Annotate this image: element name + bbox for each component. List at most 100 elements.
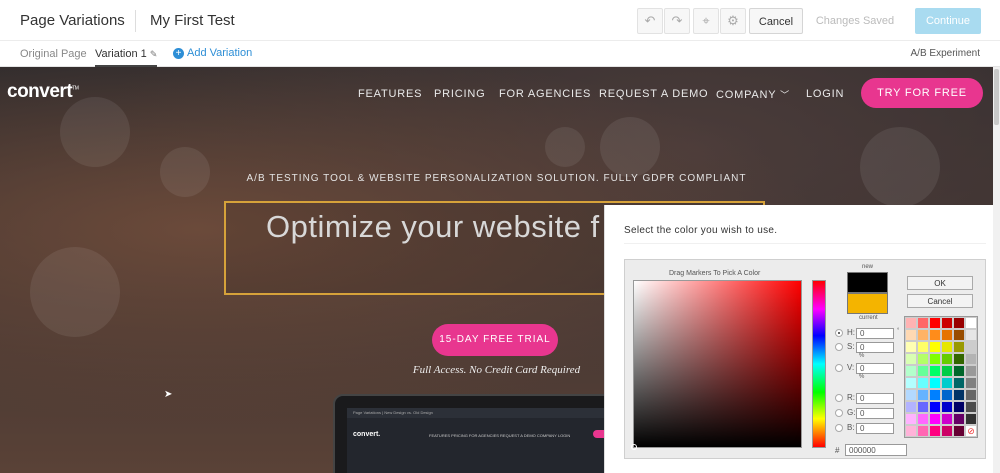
palette-swatch[interactable] <box>929 317 941 329</box>
nav-features[interactable]: FEATURES <box>358 88 422 100</box>
palette-swatch[interactable] <box>929 401 941 413</box>
palette-swatch[interactable] <box>965 377 977 389</box>
palette-swatch[interactable] <box>965 413 977 425</box>
palette-swatch[interactable] <box>929 365 941 377</box>
red-radio[interactable] <box>835 394 843 402</box>
nav-login[interactable]: LOGIN <box>806 88 844 100</box>
saturation-value-map[interactable] <box>631 280 802 450</box>
preview-scrollbar[interactable] <box>993 67 1000 473</box>
saturation-input[interactable]: 0 <box>856 342 894 353</box>
palette-swatch[interactable] <box>905 317 917 329</box>
palette-swatch[interactable] <box>941 377 953 389</box>
palette-swatch[interactable] <box>965 341 977 353</box>
palette-swatch[interactable] <box>953 317 965 329</box>
value-input[interactable]: 0 <box>856 363 894 374</box>
hue-radio[interactable] <box>835 329 843 337</box>
gear-icon[interactable]: ⚙ <box>720 8 746 34</box>
palette-swatch[interactable] <box>917 377 929 389</box>
palette-swatch[interactable] <box>929 413 941 425</box>
code-icon[interactable]: ⌖ <box>693 8 719 34</box>
pencil-icon[interactable]: ✎ <box>150 49 158 59</box>
palette-swatch[interactable] <box>905 353 917 365</box>
palette-swatch[interactable] <box>941 413 953 425</box>
palette-swatch[interactable] <box>965 353 977 365</box>
green-input[interactable]: 0 <box>856 408 894 419</box>
palette-swatch[interactable] <box>953 425 965 437</box>
palette-swatch[interactable] <box>965 401 977 413</box>
palette-swatch[interactable] <box>929 389 941 401</box>
palette-swatch[interactable] <box>905 389 917 401</box>
hero-headline[interactable]: Optimize your website f <box>266 209 600 245</box>
palette-swatch[interactable] <box>941 365 953 377</box>
continue-button[interactable]: Continue <box>915 8 981 34</box>
palette-swatch[interactable] <box>953 413 965 425</box>
current-color-swatch[interactable] <box>847 293 888 314</box>
palette-swatch[interactable] <box>905 425 917 437</box>
nav-pricing[interactable]: PRICING <box>434 88 485 100</box>
blue-input[interactable]: 0 <box>856 423 894 434</box>
palette-swatch[interactable] <box>941 329 953 341</box>
palette-swatch[interactable] <box>941 401 953 413</box>
palette-swatch[interactable] <box>953 377 965 389</box>
add-variation-button[interactable]: + Add Variation <box>173 47 252 59</box>
palette-swatch[interactable] <box>953 341 965 353</box>
saturation-radio[interactable] <box>835 343 843 351</box>
hue-input[interactable]: 0 <box>856 328 894 339</box>
palette-swatch[interactable] <box>965 317 977 329</box>
nav-company[interactable]: COMPANY ﹀ <box>716 88 790 101</box>
value-radio[interactable] <box>835 364 843 372</box>
undo-icon[interactable]: ↶ <box>637 8 663 34</box>
palette-swatch[interactable] <box>905 329 917 341</box>
changes-saved-button[interactable]: Changes Saved <box>809 8 901 34</box>
palette-swatch[interactable] <box>965 389 977 401</box>
nav-request-demo[interactable]: REQUEST A DEMO <box>599 88 708 100</box>
palette-swatch[interactable] <box>917 365 929 377</box>
tab-variation-1[interactable]: Variation 1 ✎ <box>95 48 157 60</box>
palette-swatch[interactable] <box>905 401 917 413</box>
palette-swatch[interactable] <box>929 377 941 389</box>
palette-swatch[interactable] <box>941 317 953 329</box>
palette-swatch[interactable] <box>929 329 941 341</box>
palette-swatch[interactable] <box>917 329 929 341</box>
palette-swatch[interactable] <box>965 329 977 341</box>
palette-swatch[interactable] <box>953 329 965 341</box>
palette-swatch[interactable] <box>917 401 929 413</box>
palette-swatch[interactable] <box>917 425 929 437</box>
convert-logo[interactable]: convertTM <box>7 81 79 103</box>
palette-swatch[interactable] <box>905 341 917 353</box>
green-radio[interactable] <box>835 409 843 417</box>
free-trial-button[interactable]: 15-DAY FREE TRIAL <box>432 324 558 356</box>
palette-swatch[interactable] <box>953 389 965 401</box>
palette-swatch[interactable] <box>929 425 941 437</box>
blue-radio[interactable] <box>835 424 843 432</box>
palette-swatch[interactable] <box>917 341 929 353</box>
palette-swatch[interactable] <box>941 341 953 353</box>
palette-swatch[interactable] <box>905 413 917 425</box>
palette-swatch[interactable] <box>953 365 965 377</box>
palette-swatch[interactable] <box>917 413 929 425</box>
cancel-button[interactable]: Cancel <box>749 8 803 34</box>
palette-swatch[interactable] <box>929 341 941 353</box>
picker-cancel-button[interactable]: Cancel <box>907 294 973 308</box>
palette-swatch[interactable] <box>965 365 977 377</box>
tab-original-page[interactable]: Original Page <box>20 48 87 60</box>
palette-swatch[interactable] <box>917 353 929 365</box>
ok-button[interactable]: OK <box>907 276 973 290</box>
palette-swatch[interactable] <box>953 353 965 365</box>
scrollbar-thumb[interactable] <box>994 69 999 125</box>
palette-swatch[interactable] <box>941 353 953 365</box>
palette-swatch[interactable] <box>941 389 953 401</box>
sv-marker[interactable] <box>631 444 637 450</box>
hex-input[interactable]: 000000 <box>845 444 907 456</box>
hue-slider[interactable] <box>812 280 826 448</box>
palette-swatch[interactable] <box>905 365 917 377</box>
palette-swatch[interactable] <box>917 317 929 329</box>
red-input[interactable]: 0 <box>856 393 894 404</box>
palette-swatch[interactable] <box>941 425 953 437</box>
palette-swatch[interactable] <box>905 377 917 389</box>
palette-swatch[interactable] <box>929 353 941 365</box>
try-for-free-button[interactable]: TRY FOR FREE <box>861 78 983 108</box>
redo-icon[interactable]: ↷ <box>664 8 690 34</box>
palette-swatch[interactable]: ⊘ <box>965 425 977 437</box>
palette-swatch[interactable] <box>917 389 929 401</box>
